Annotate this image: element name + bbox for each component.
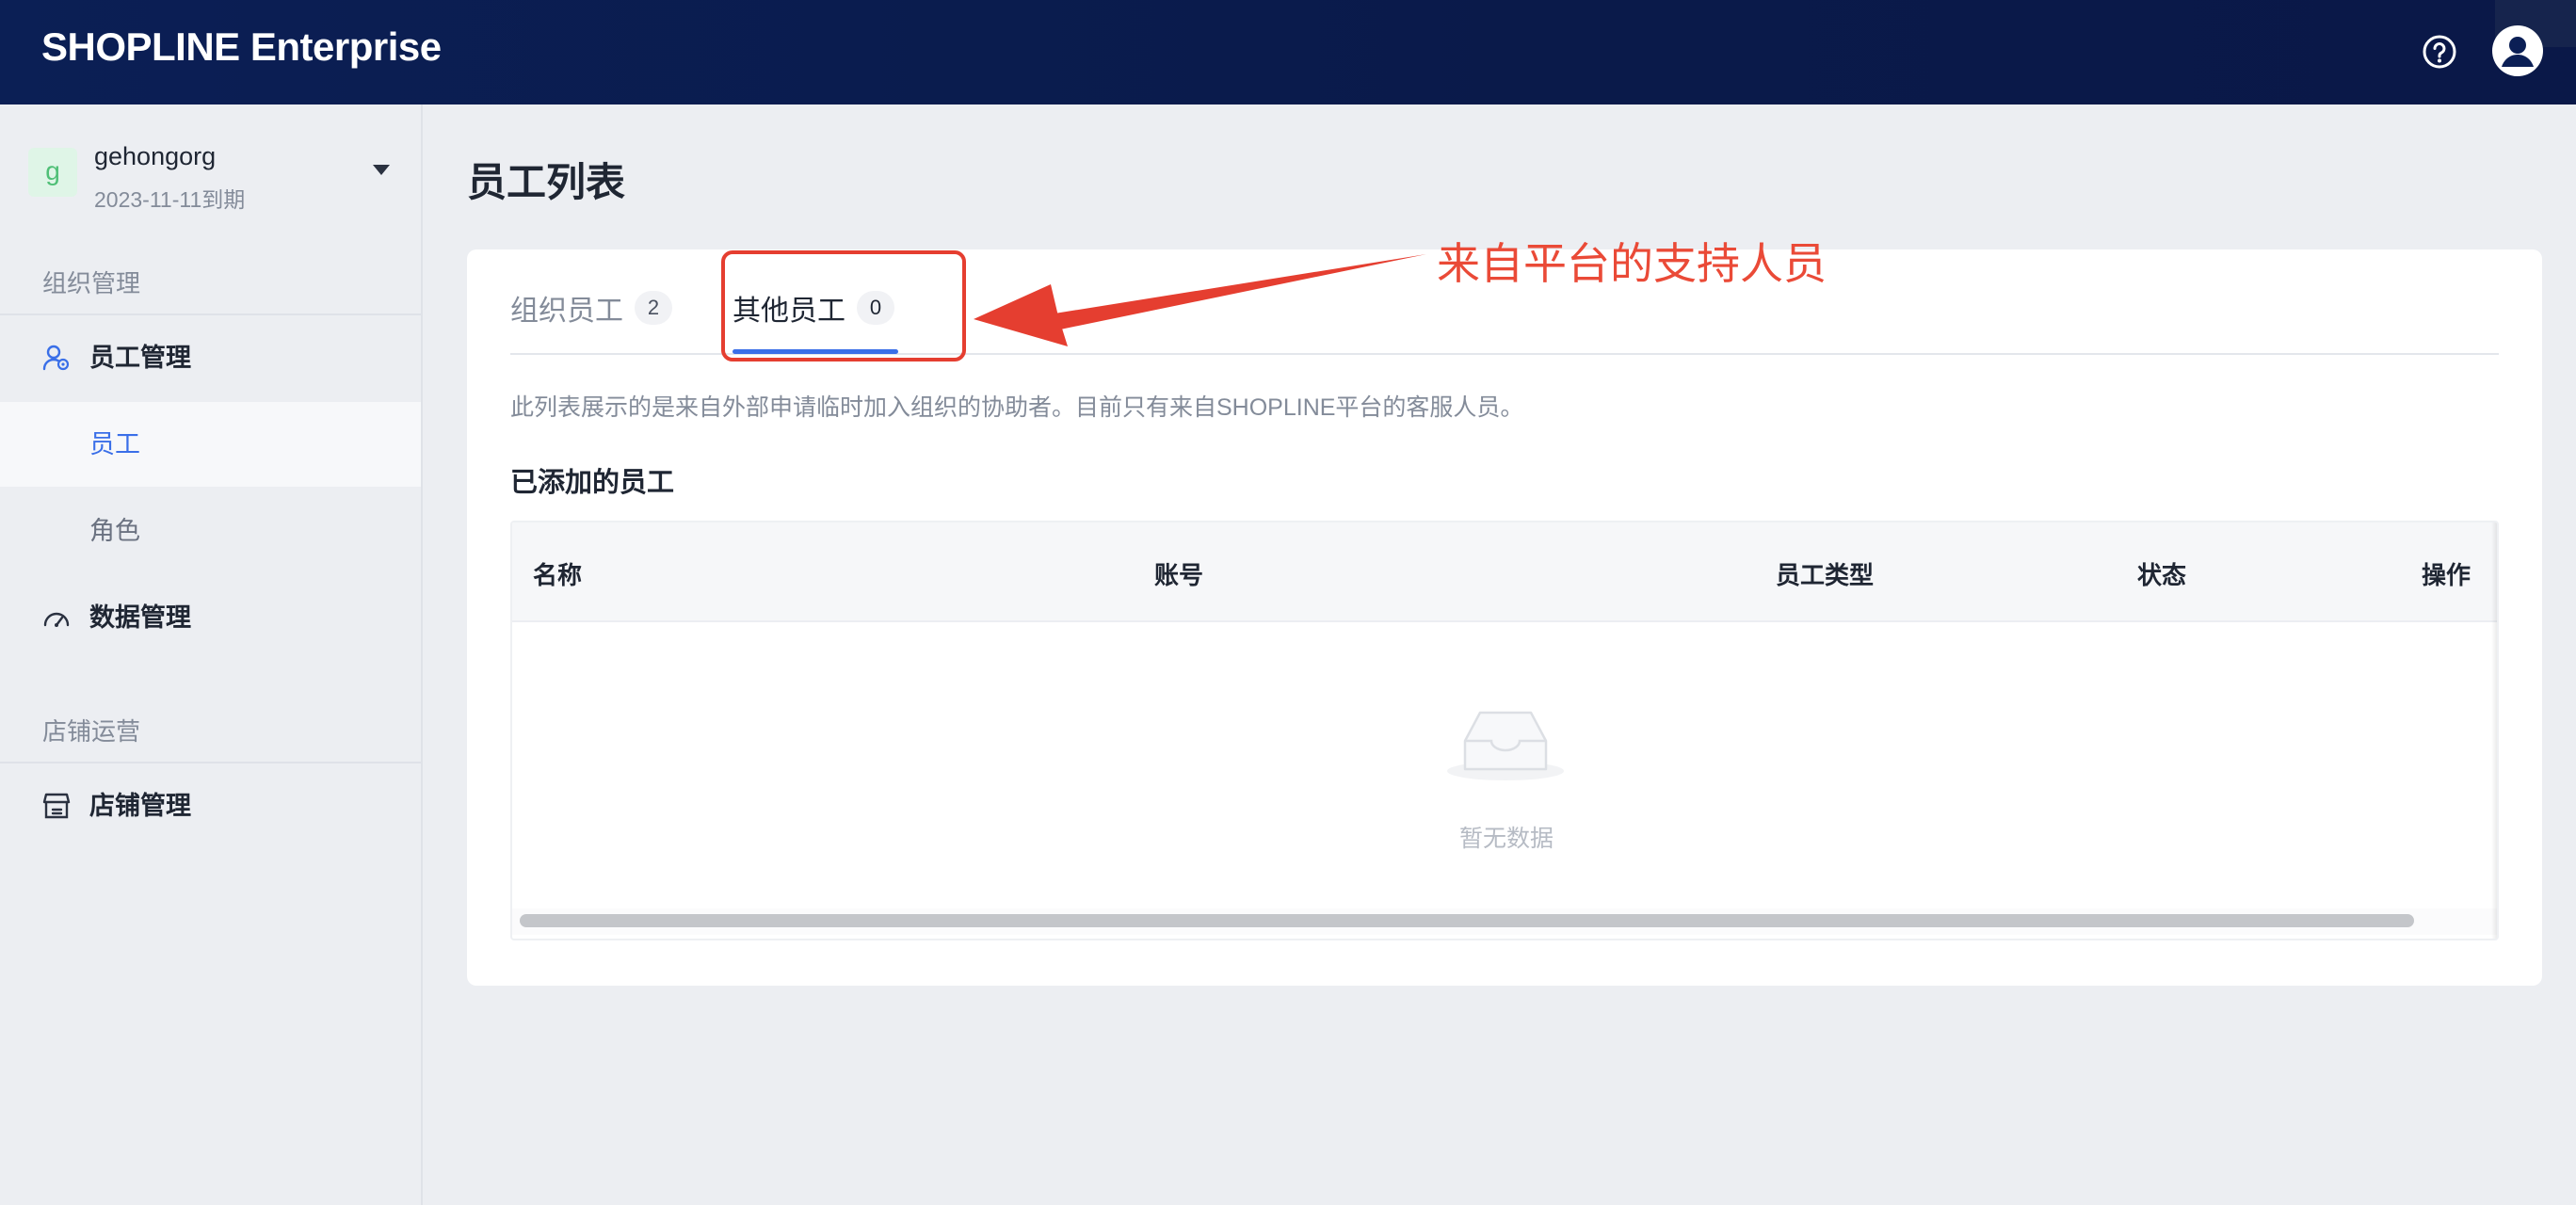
annotation-text: 来自平台的支持人员 (1437, 239, 1827, 288)
section-title-store: 店铺运营 (42, 717, 141, 746)
sidebar-item-staff[interactable]: 员工 (0, 402, 421, 487)
sidebar: g gehongorg 2023-11-11到期 组织管理 员工管理 员工 角色… (0, 104, 423, 1205)
brand-name: SHOPLINE (41, 24, 240, 69)
sidebar-item-roles[interactable]: 角色 (0, 489, 421, 573)
column-header-staff-type: 员工类型 (1776, 561, 1875, 589)
tab-label: 组织员工 (510, 296, 623, 327)
sidebar-item-label: 角色 (89, 517, 140, 545)
tab-org-staff[interactable]: 组织员工 2 (510, 287, 672, 329)
staff-table: 名称 账号 员工类型 状态 操作 暂无数据 (510, 521, 2499, 940)
help-circle-icon[interactable] (2422, 34, 2457, 70)
sidebar-item-label: 数据管理 (89, 603, 191, 632)
org-name: gehongorg (94, 142, 217, 170)
table-header: 名称 账号 员工类型 状态 操作 (512, 522, 2497, 622)
org-switcher[interactable]: g gehongorg 2023-11-11到期 (28, 137, 405, 212)
sidebar-item-label: 员工 (89, 430, 140, 458)
column-header-actions: 操作 (2422, 561, 2471, 589)
column-header-status: 状态 (2137, 561, 2187, 589)
section-title-org: 组织管理 (42, 269, 141, 297)
store-icon (42, 793, 71, 819)
section-subtitle: 已添加的员工 (510, 468, 675, 498)
brand-logo[interactable]: SHOPLINE Enterprise (41, 24, 442, 70)
scrollbar-thumb[interactable] (520, 914, 2414, 927)
org-avatar: g (28, 148, 77, 197)
gauge-icon (43, 612, 70, 627)
page-title: 员工列表 (467, 160, 626, 204)
column-header-name: 名称 (533, 561, 583, 589)
sidebar-item-data-management[interactable]: 数据管理 (0, 575, 421, 660)
user-avatar-icon[interactable] (2491, 24, 2544, 77)
annotation-highlight-box (721, 250, 966, 362)
fixed-column-shadow (2491, 522, 2497, 939)
tab-description: 此列表展示的是来自外部申请临时加入组织的协助者。目前只有来自SHOPLINE平台… (510, 394, 1524, 421)
sidebar-item-store-management[interactable]: 店铺管理 (0, 763, 421, 848)
column-header-account: 账号 (1154, 561, 1204, 589)
empty-state-text: 暂无数据 (1458, 826, 1554, 852)
user-settings-icon (42, 345, 70, 371)
org-expire-date: 2023-11-11到期 (94, 187, 246, 212)
top-bar: SHOPLINE Enterprise (0, 0, 2576, 104)
sidebar-item-label: 员工管理 (89, 344, 191, 372)
brand-suffix: Enterprise (250, 24, 442, 69)
sidebar-item-staff-management[interactable]: 员工管理 (0, 315, 421, 400)
sidebar-item-label: 店铺管理 (89, 792, 191, 820)
annotation-arrow-icon (974, 254, 1426, 346)
tab-count-badge: 2 (635, 291, 672, 325)
caret-down-icon[interactable] (373, 165, 390, 175)
empty-inbox-icon (1447, 711, 1564, 780)
